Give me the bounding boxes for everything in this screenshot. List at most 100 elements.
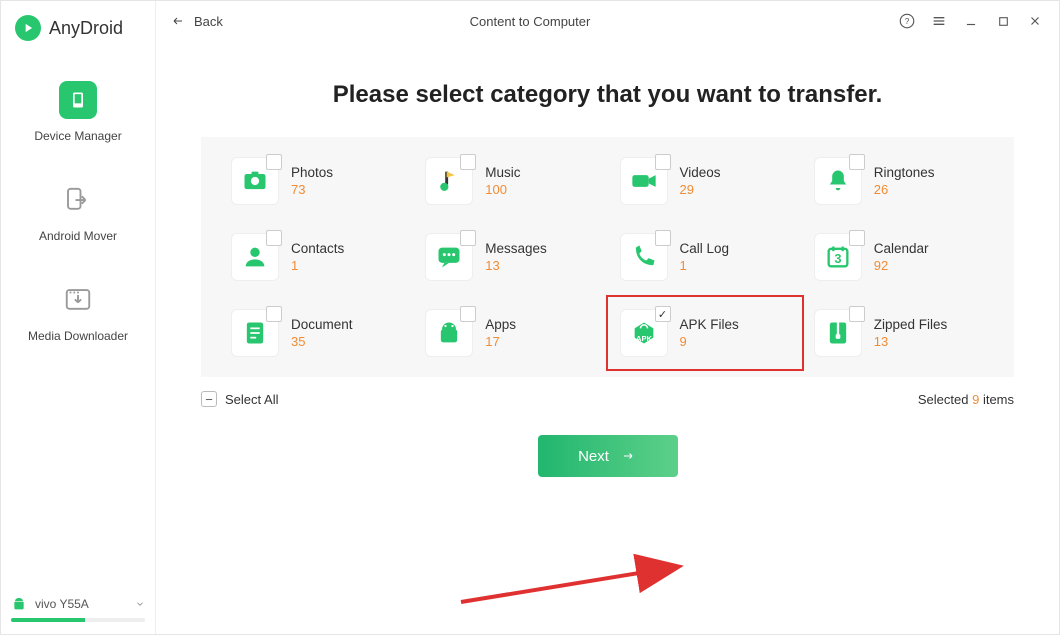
category-checkbox[interactable] xyxy=(266,154,282,170)
document-icon xyxy=(231,309,279,357)
minimize-button[interactable] xyxy=(961,11,981,31)
category-count: 13 xyxy=(874,334,948,349)
category-name: Document xyxy=(291,317,353,332)
category-checkbox[interactable] xyxy=(849,230,865,246)
category-grid: Photos 73 Music 100 Videos 29 Ringtones26 Conta… xyxy=(231,157,984,357)
topbar: Back Content to Computer ? xyxy=(156,1,1059,41)
arrow-left-icon xyxy=(170,15,186,27)
page-title: Content to Computer xyxy=(470,14,591,29)
category-name: Photos xyxy=(291,165,333,180)
zip-icon xyxy=(814,309,862,357)
category-contacts[interactable]: Contacts1 xyxy=(231,233,401,281)
select-all-checkbox[interactable]: − xyxy=(201,391,217,407)
category-apk[interactable]: APK APK Files 9 xyxy=(616,305,794,361)
category-checkbox[interactable] xyxy=(266,306,282,322)
category-count: 26 xyxy=(874,182,935,197)
videos-icon xyxy=(620,157,668,205)
window-controls: ? xyxy=(897,11,1045,31)
category-name: Zipped Files xyxy=(874,317,948,332)
category-panel: Photos 73 Music 100 Videos 29 Ringtones26 Conta… xyxy=(201,137,1014,377)
category-zip[interactable]: Zipped Files 13 xyxy=(814,309,984,357)
svg-text:3: 3 xyxy=(834,251,841,266)
help-button[interactable]: ? xyxy=(897,11,917,31)
svg-text:APK: APK xyxy=(636,334,653,343)
select-all-button[interactable]: − Select All xyxy=(201,391,278,407)
sidebar-item-android-mover[interactable]: Android Mover xyxy=(39,181,117,243)
content: Please select category that you want to … xyxy=(156,41,1059,634)
category-calllog[interactable]: Call Log 1 xyxy=(620,233,790,281)
category-checkbox[interactable] xyxy=(655,306,671,322)
category-count: 73 xyxy=(291,182,333,197)
category-count: 1 xyxy=(291,258,344,273)
category-name: Call Log xyxy=(680,241,730,256)
back-button[interactable]: Back xyxy=(170,14,223,29)
category-count: 35 xyxy=(291,334,353,349)
category-calendar[interactable]: 3 Calendar 92 xyxy=(814,233,984,281)
category-checkbox[interactable] xyxy=(655,154,671,170)
back-label: Back xyxy=(194,14,223,29)
logo-icon xyxy=(15,15,41,41)
category-videos[interactable]: Videos 29 xyxy=(620,157,790,205)
category-name: Calendar xyxy=(874,241,929,256)
calendar-icon: 3 xyxy=(814,233,862,281)
close-button[interactable] xyxy=(1025,11,1045,31)
calllog-icon xyxy=(620,233,668,281)
media-downloader-icon xyxy=(59,281,97,319)
sidebar-item-label: Device Manager xyxy=(34,129,121,143)
category-checkbox[interactable] xyxy=(849,154,865,170)
sidebar-item-media-downloader[interactable]: Media Downloader xyxy=(28,281,128,343)
category-checkbox[interactable] xyxy=(655,230,671,246)
app-name: AnyDroid xyxy=(49,18,123,39)
selected-count: Selected 9 items xyxy=(918,392,1014,407)
sidebar-item-label: Media Downloader xyxy=(28,329,128,343)
category-document[interactable]: Document 35 xyxy=(231,309,401,357)
headline: Please select category that you want to … xyxy=(201,81,1014,109)
android-icon xyxy=(11,596,27,612)
category-name: APK Files xyxy=(680,317,739,332)
category-count: 9 xyxy=(680,334,739,349)
arrow-right-icon xyxy=(619,450,637,462)
device-selector[interactable]: vivo Y55A xyxy=(1,588,155,634)
selection-row: − Select All Selected 9 items xyxy=(201,391,1014,407)
main-panel: Back Content to Computer ? Please select… xyxy=(156,1,1059,634)
category-checkbox[interactable] xyxy=(849,306,865,322)
category-messages[interactable]: Messages13 xyxy=(425,233,595,281)
menu-button[interactable] xyxy=(929,11,949,31)
apps-icon xyxy=(425,309,473,357)
category-checkbox[interactable] xyxy=(266,230,282,246)
svg-text:?: ? xyxy=(905,17,910,26)
category-count: 29 xyxy=(680,182,721,197)
chevron-down-icon xyxy=(135,599,145,609)
app-logo: AnyDroid xyxy=(1,1,155,61)
contacts-icon xyxy=(231,233,279,281)
next-label: Next xyxy=(578,448,609,465)
android-mover-icon xyxy=(59,181,97,219)
photos-icon xyxy=(231,157,279,205)
category-apps[interactable]: Apps17 xyxy=(425,309,595,357)
select-all-label: Select All xyxy=(225,392,278,407)
category-checkbox[interactable] xyxy=(460,306,476,322)
category-ringtones[interactable]: Ringtones26 xyxy=(814,157,984,205)
music-icon xyxy=(425,157,473,205)
sidebar-item-label: Android Mover xyxy=(39,229,117,243)
next-button[interactable]: Next xyxy=(538,435,678,477)
device-manager-icon xyxy=(59,81,97,119)
category-photos[interactable]: Photos 73 xyxy=(231,157,401,205)
category-name: Apps xyxy=(485,317,516,332)
sidebar: AnyDroid Device Manager Android Mover Me… xyxy=(1,1,156,634)
category-music[interactable]: Music 100 xyxy=(425,157,595,205)
device-name: vivo Y55A xyxy=(35,597,89,611)
annotation-arrow xyxy=(456,552,696,612)
category-name: Videos xyxy=(680,165,721,180)
category-count: 92 xyxy=(874,258,929,273)
messages-icon xyxy=(425,233,473,281)
ringtones-icon xyxy=(814,157,862,205)
category-count: 100 xyxy=(485,182,520,197)
maximize-button[interactable] xyxy=(993,11,1013,31)
category-checkbox[interactable] xyxy=(460,230,476,246)
category-checkbox[interactable] xyxy=(460,154,476,170)
sidebar-item-device-manager[interactable]: Device Manager xyxy=(34,81,121,143)
sidebar-nav: Device Manager Android Mover Media Downl… xyxy=(1,61,155,343)
category-name: Music xyxy=(485,165,520,180)
category-count: 1 xyxy=(680,258,730,273)
